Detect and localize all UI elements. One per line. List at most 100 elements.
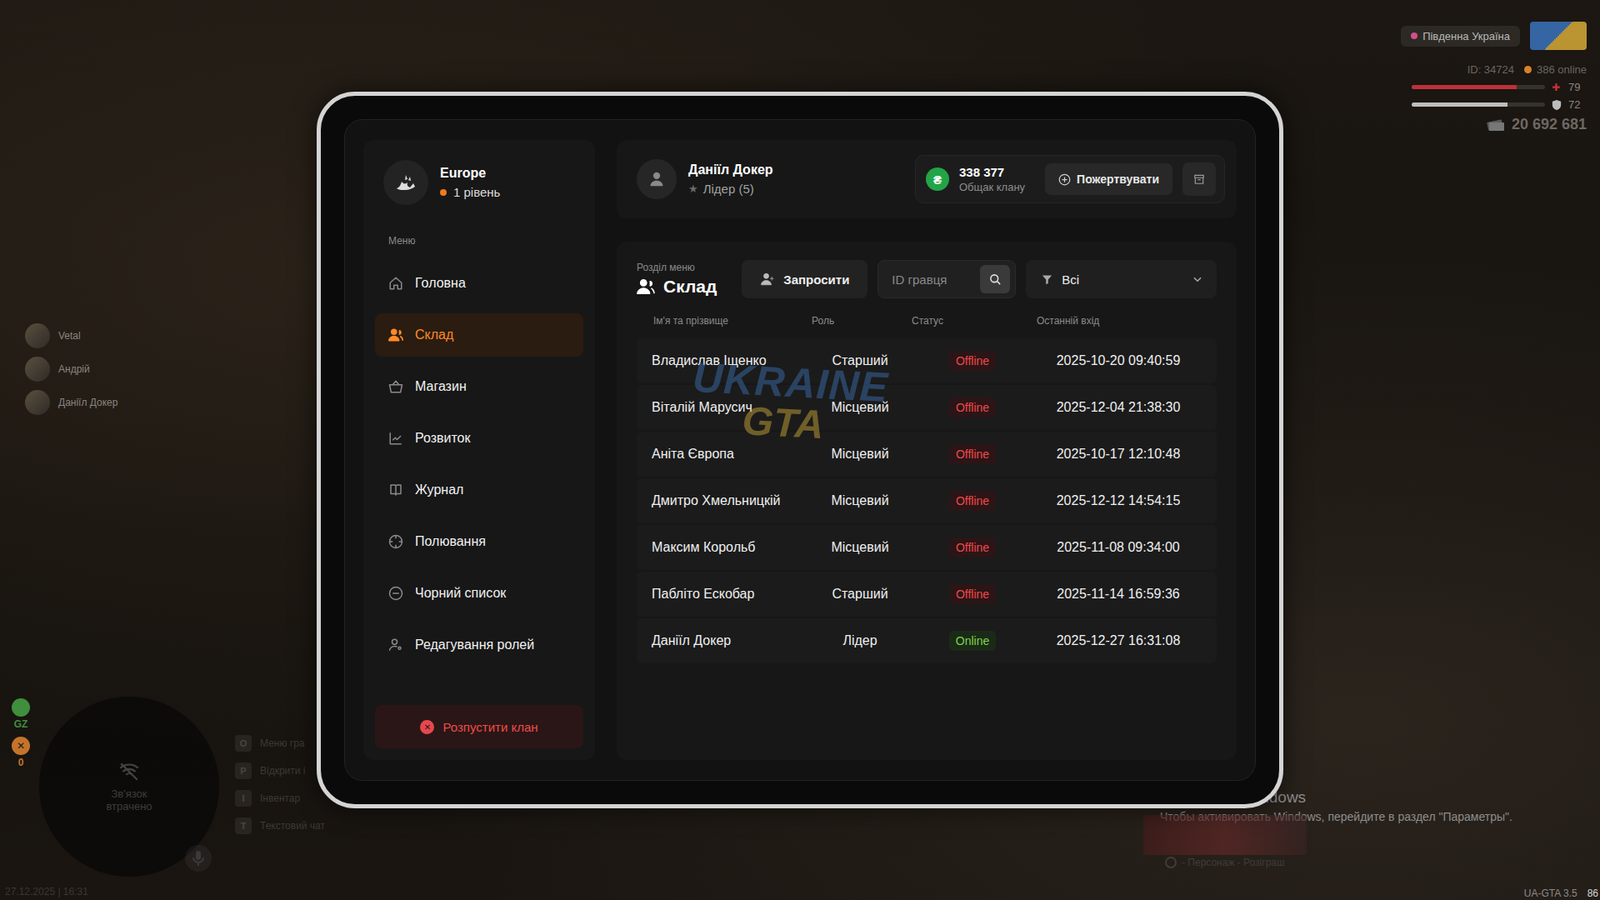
- member-status-cell: Offline: [910, 484, 1035, 518]
- status-badge: Offline: [949, 584, 996, 605]
- menu-item-icon: [388, 379, 404, 395]
- hint-label: Відкрити і: [260, 765, 306, 777]
- menu-item[interactable]: Чорний список: [375, 571, 584, 615]
- voice-item: Vetal: [25, 323, 118, 349]
- people-icon: [636, 277, 655, 296]
- menu-item[interactable]: Склад: [375, 313, 584, 357]
- health-fill: [1411, 85, 1517, 90]
- level-dot-icon: [440, 189, 447, 196]
- invite-button[interactable]: Запросити: [741, 260, 868, 299]
- member-last-login: 2025-10-17 12:10:48: [1035, 440, 1202, 469]
- status-icons: GZ ✕ 0: [11, 698, 30, 769]
- clan-header: Europe 1 рівень: [375, 160, 584, 205]
- server-badge: Південна Україна: [1400, 25, 1520, 47]
- player-id-input[interactable]: [890, 271, 975, 288]
- user-info: Даніїл Докер ★Лідер (5): [636, 159, 774, 200]
- member-status-cell: Offline: [910, 530, 1035, 565]
- voice-name: Андрій: [58, 363, 90, 375]
- menu-item[interactable]: Магазин: [375, 365, 584, 409]
- voice-item: Даніїл Докер: [25, 390, 118, 415]
- wanted-icon: ✕: [11, 736, 30, 755]
- money-row: 20 692 681: [1486, 115, 1587, 134]
- health-row: ✚ 79: [1411, 80, 1587, 94]
- dragon-icon: [383, 160, 429, 205]
- voice-avatar-icon: [25, 390, 50, 415]
- menu-item-icon: [388, 637, 404, 653]
- menu-item[interactable]: Головна: [375, 261, 584, 305]
- status-badge: Offline: [949, 537, 996, 558]
- voice-name: Даніїл Докер: [58, 396, 118, 409]
- key-hint: I Інвентар: [235, 790, 325, 807]
- tablet-area: Europe 1 рівень Меню Головна Склад Магаз…: [0, 0, 1600, 900]
- health-bar: [1411, 85, 1545, 90]
- member-name: Дмитро Хмельницкій: [651, 486, 810, 515]
- menu-item[interactable]: Полювання: [375, 520, 584, 564]
- dissolve-button[interactable]: ✕ Розпустити клан: [375, 705, 584, 749]
- menu-item-label: Полювання: [415, 534, 486, 550]
- status-badge: Offline: [949, 490, 996, 511]
- shield-icon: [1551, 100, 1562, 110]
- key-cap: O: [235, 735, 252, 752]
- storage-button[interactable]: [1182, 162, 1216, 196]
- member-role: Лідер: [810, 626, 910, 655]
- status-badge: Offline: [949, 397, 996, 418]
- menu-item[interactable]: Редагування ролей: [375, 623, 584, 667]
- menu-item-icon: [388, 482, 404, 498]
- giveaway-caption: - Персонаж - Розіграш: [1165, 856, 1285, 869]
- voice-avatar-icon: [25, 323, 50, 349]
- voice-list: Vetal Андрій Даніїл Докер: [25, 323, 118, 415]
- section-caption: Розділ меню: [636, 261, 717, 274]
- member-status-cell: Offline: [910, 437, 1035, 471]
- table-row[interactable]: Пабліто Ескобар Старший Offline 2025-11-…: [636, 571, 1217, 617]
- treasury-label: Общак клану: [959, 180, 1025, 194]
- member-name: Віталій Марусич: [651, 393, 810, 422]
- player-search: [877, 260, 1016, 299]
- menu-item-label: Чорний список: [415, 585, 506, 601]
- member-last-login: 2025-12-12 14:54:15: [1035, 486, 1202, 515]
- table-row[interactable]: Владислав Іщенко Старший Offline 2025-10…: [636, 338, 1217, 384]
- table-row[interactable]: Максим Корольб Місцевий Offline 2025-11-…: [636, 525, 1217, 570]
- table-row[interactable]: Даніїл Докер Лідер Online 2025-12-27 16:…: [636, 618, 1217, 664]
- member-name: Пабліто Ескобар: [651, 580, 810, 609]
- menu-item-icon: [388, 430, 404, 446]
- giveaway-banner: [1143, 815, 1307, 855]
- column-header: Статус: [910, 315, 1035, 327]
- game-screen: Південна Україна ID: 34724 386 online ✚ …: [0, 0, 1600, 900]
- menu-heading: Меню: [388, 235, 584, 247]
- funnel-icon: [1040, 273, 1054, 286]
- member-last-login: 2025-11-08 09:34:00: [1035, 533, 1202, 562]
- key-cap: I: [235, 790, 252, 807]
- column-header: Останній вхід: [1035, 315, 1202, 327]
- menu-item[interactable]: Розвиток: [375, 416, 584, 460]
- server-dot-icon: [1410, 32, 1418, 40]
- member-status-cell: Offline: [910, 344, 1035, 378]
- menu-item[interactable]: Журнал: [375, 468, 584, 512]
- member-name: Аніта Європа: [651, 440, 810, 469]
- add-user-icon: [760, 271, 775, 287]
- microphone-icon: [185, 845, 212, 872]
- filter-value: Всі: [1061, 272, 1184, 287]
- key-cap: T: [235, 817, 252, 835]
- member-last-login: 2025-11-14 16:59:36: [1035, 580, 1202, 609]
- user-avatar-icon: [636, 159, 677, 200]
- table-row[interactable]: Дмитро Хмельницкій Місцевий Offline 2025…: [636, 478, 1217, 524]
- server-row: Південна Україна: [1400, 21, 1587, 50]
- table-row[interactable]: Віталій Марусич Місцевий Offline 2025-12…: [636, 385, 1217, 430]
- chevron-down-icon: [1191, 273, 1204, 285]
- menu-item-label: Журнал: [415, 482, 464, 498]
- member-role: Старший: [810, 346, 910, 375]
- player-id: ID: 34724: [1467, 63, 1515, 76]
- health-value: 79: [1568, 80, 1587, 94]
- clan-name: Europe: [440, 165, 500, 181]
- online-dot-icon: [1524, 65, 1532, 74]
- armor-row: 72: [1411, 98, 1587, 111]
- donate-button[interactable]: Пожертвувати: [1045, 163, 1173, 195]
- tablet-frame: Europe 1 рівень Меню Головна Склад Магаз…: [316, 91, 1284, 809]
- members-table: Ім'я та прізвищеРольСтатусОстанній вхід …: [636, 315, 1217, 664]
- table-row[interactable]: Аніта Європа Місцевий Offline 2025-10-17…: [636, 431, 1217, 477]
- tablet-screen: Europe 1 рівень Меню Головна Склад Магаз…: [344, 119, 1256, 781]
- search-button[interactable]: [980, 265, 1010, 294]
- role-filter[interactable]: Всі: [1025, 260, 1217, 299]
- menu-item-icon: [388, 534, 404, 550]
- hint-label: Інвентар: [260, 792, 300, 805]
